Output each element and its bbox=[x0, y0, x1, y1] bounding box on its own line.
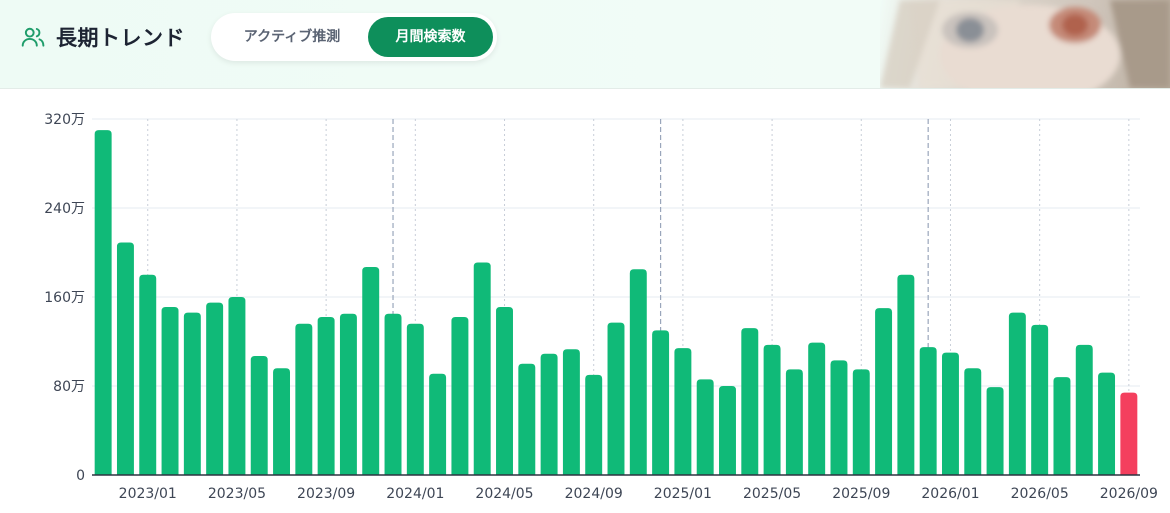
bar[interactable]: 2026/02 bbox=[964, 368, 982, 475]
bar[interactable]: 2026/05 bbox=[1031, 324, 1049, 475]
character-avatar bbox=[880, 0, 1170, 88]
bar[interactable]: 2025/06 bbox=[785, 369, 803, 475]
bar[interactable]: 2024/12 bbox=[652, 330, 670, 475]
x-tick-label: 2023/01 bbox=[119, 486, 177, 502]
bar[interactable]: 2023/12 bbox=[384, 313, 402, 475]
bar[interactable]: 2024/06 bbox=[518, 363, 536, 475]
bar[interactable]: 2025/03 bbox=[719, 386, 736, 475]
bar[interactable]: 2023/04 bbox=[206, 302, 224, 475]
x-axis-ticks: 2023/01 2023/05 2023/09 2024/01 2024/05 2024/… bbox=[119, 486, 1158, 502]
page-title: 長期トレンド bbox=[56, 26, 185, 50]
y-axis-ticks: 0 80万 160万 240万 320万 bbox=[44, 112, 85, 484]
x-tick-label: 2026/01 bbox=[921, 486, 979, 502]
y-tick-label: 240万 bbox=[44, 201, 85, 217]
bar[interactable]: 2025/07 bbox=[808, 342, 826, 475]
bar-current-month[interactable]: 2026/09 bbox=[1120, 392, 1138, 475]
x-tick-label: 2025/09 bbox=[832, 486, 890, 502]
bar[interactable]: 2026/03 bbox=[986, 387, 1004, 475]
title-group: 長期トレンド bbox=[20, 22, 185, 52]
bar[interactable]: 2023/11 bbox=[362, 266, 380, 475]
bar[interactable]: 2026/04 bbox=[1008, 312, 1026, 475]
bar[interactable]: 2025/10 bbox=[875, 308, 893, 475]
bar[interactable]: 2025/11 bbox=[897, 274, 915, 475]
bar[interactable]: 2024/08 bbox=[562, 349, 580, 475]
bar[interactable]: 2025/08 bbox=[830, 360, 848, 475]
bar[interactable]: 2026/08 bbox=[1098, 372, 1116, 475]
bar[interactable]: 2025/01 bbox=[674, 348, 692, 475]
y-tick-label: 0 bbox=[76, 468, 85, 484]
bar[interactable]: 2025/04 bbox=[741, 328, 759, 475]
header: 長期トレンド アクティブ推測 月間検索数 bbox=[0, 0, 1170, 89]
x-tick-label: 2026/09 bbox=[1100, 486, 1158, 502]
x-tick-label: 2023/09 bbox=[297, 486, 355, 502]
bar[interactable]: 2026/07 bbox=[1075, 344, 1093, 475]
y-tick-label: 320万 bbox=[44, 112, 85, 128]
x-tick-label: 2024/05 bbox=[475, 486, 533, 502]
x-tick-label: 2025/05 bbox=[743, 486, 801, 502]
bar[interactable]: 2023/03 bbox=[183, 312, 201, 475]
bar[interactable]: 2024/11 bbox=[629, 269, 647, 475]
bar[interactable]: 2025/05 bbox=[763, 344, 781, 475]
tab-active-estimate[interactable]: アクティブ推測 bbox=[217, 17, 367, 57]
x-tick-label: 2026/05 bbox=[1011, 486, 1069, 502]
avatar-illustration bbox=[880, 0, 1170, 88]
bar[interactable]: 2023/01 bbox=[139, 274, 157, 475]
bar[interactable]: 2026/06 bbox=[1053, 377, 1071, 475]
bar[interactable]: 2023/10 bbox=[339, 313, 357, 475]
bar[interactable]: 2024/04 bbox=[473, 262, 491, 475]
bar[interactable]: 2025/12 bbox=[919, 347, 937, 475]
bar[interactable]: 2023/02 bbox=[161, 307, 179, 475]
x-tick-label: 2024/01 bbox=[386, 486, 444, 502]
bar[interactable]: 2023/08 bbox=[295, 323, 313, 475]
bar[interactable]: 2022/12 bbox=[116, 242, 134, 475]
bars: 2022/112022/12 2023/012023/022023/03 2023/… bbox=[94, 130, 1138, 475]
bar[interactable]: 2024/09 bbox=[585, 374, 603, 475]
bar[interactable]: 2023/09 bbox=[317, 317, 335, 475]
bar[interactable]: 2024/03 bbox=[451, 317, 469, 475]
tab-switcher: アクティブ推測 月間検索数 bbox=[211, 13, 497, 61]
tab-monthly-search[interactable]: 月間検索数 bbox=[368, 17, 493, 57]
bar[interactable]: 2023/06 bbox=[250, 355, 268, 475]
y-tick-label: 160万 bbox=[44, 290, 85, 306]
x-tick-label: 2023/05 bbox=[208, 486, 266, 502]
bar[interactable]: 2024/05 bbox=[496, 307, 513, 475]
bar[interactable]: 2022/11 bbox=[94, 130, 112, 475]
bar[interactable]: 2024/01 bbox=[406, 323, 424, 475]
x-tick-label: 2024/09 bbox=[565, 486, 623, 502]
bar[interactable]: 2024/07 bbox=[540, 353, 558, 475]
bar[interactable]: 2026/01 bbox=[941, 352, 959, 475]
bar[interactable]: 2024/02 bbox=[429, 373, 447, 475]
x-tick-label: 2025/01 bbox=[654, 486, 712, 502]
bar[interactable]: 2024/10 bbox=[607, 322, 625, 475]
monthly-search-chart: 2022/112022/122023/012023/022023/032023/… bbox=[44, 112, 1158, 502]
bar[interactable]: 2025/02 bbox=[696, 379, 714, 475]
users-icon bbox=[21, 27, 45, 47]
y-tick-label: 80万 bbox=[53, 379, 85, 395]
bar[interactable]: 2023/05 bbox=[228, 297, 246, 475]
bar[interactable]: 2023/07 bbox=[273, 368, 291, 475]
bar[interactable]: 2025/09 bbox=[852, 369, 870, 475]
